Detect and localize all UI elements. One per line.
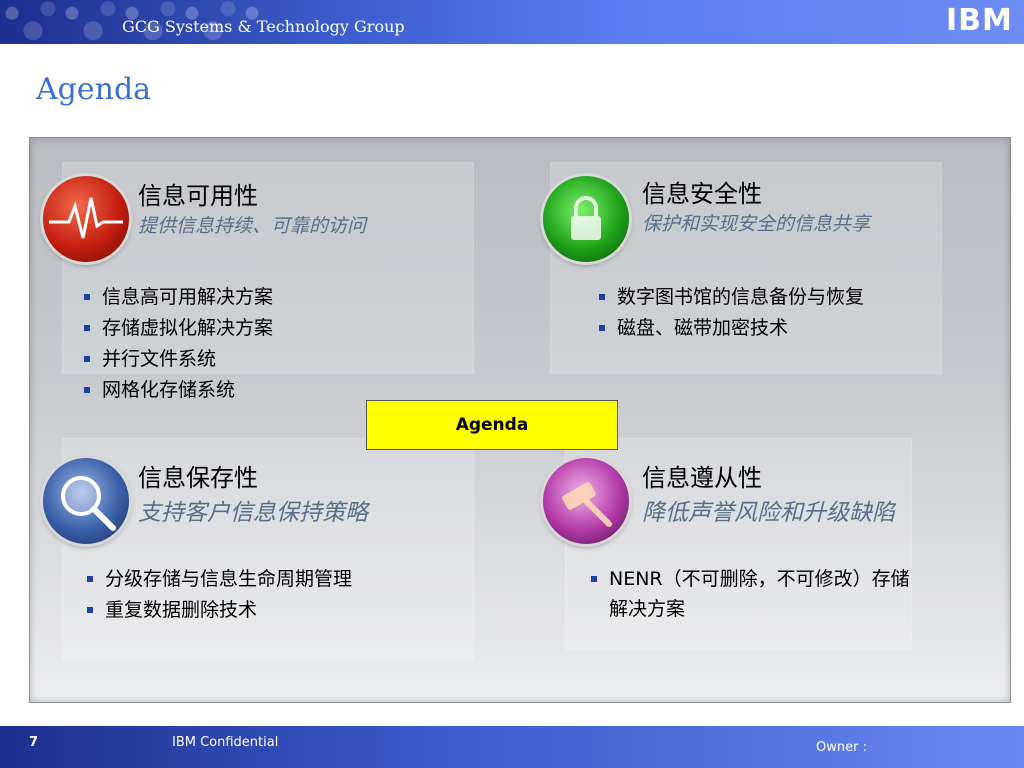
bullet-icon [84, 294, 90, 300]
compliance-list: NENR（不可删除，不可修改）存储 解决方案 [589, 564, 979, 623]
compliance-subtitle: 降低声誉风险和升级缺陷 [642, 500, 895, 526]
magnifier-icon [43, 458, 129, 544]
compliance-title: 信息遵从性 [642, 464, 762, 492]
bullet-icon [87, 576, 93, 582]
list-item-continuation: 解决方案 [609, 598, 686, 620]
availability-title: 信息可用性 [138, 182, 258, 210]
heartbeat-icon [43, 176, 129, 262]
list-item: 重复数据删除技术 [85, 595, 352, 626]
list-item: 磁盘、磁带加密技术 [597, 313, 864, 344]
bullet-icon [84, 356, 90, 362]
bullet-icon [591, 576, 597, 582]
page-title: Agenda [36, 72, 152, 107]
bullet-icon [84, 387, 90, 393]
list-item: 网格化存储系统 [82, 375, 273, 406]
confidential-label: IBM Confidential [172, 735, 279, 750]
list-item: 信息高可用解决方案 [82, 282, 273, 313]
security-subtitle: 保护和实现安全的信息共享 [642, 213, 871, 235]
security-title: 信息安全性 [642, 180, 762, 208]
owner-label: Owner : [816, 740, 867, 755]
list-item: 数字图书馆的信息备份与恢复 [597, 282, 864, 313]
page-number: 7 [29, 735, 39, 750]
agenda-button[interactable]: Agenda [366, 400, 618, 450]
list-item: NENR（不可删除，不可修改）存储 [589, 564, 979, 595]
gavel-icon [543, 458, 629, 544]
retention-subtitle: 支持客户信息保持策略 [138, 500, 368, 526]
bullet-icon [599, 294, 605, 300]
list-item: 存储虚拟化解决方案 [82, 313, 273, 344]
availability-list: 信息高可用解决方案 存储虚拟化解决方案 并行文件系统 网格化存储系统 [82, 282, 273, 406]
group-name: GCG Systems & Technology Group [122, 17, 405, 36]
retention-list: 分级存储与信息生命周期管理 重复数据删除技术 [85, 564, 352, 626]
retention-title: 信息保存性 [138, 464, 258, 492]
bullet-icon [87, 607, 93, 613]
security-list: 数字图书馆的信息备份与恢复 磁盘、磁带加密技术 [597, 282, 864, 344]
availability-subtitle: 提供信息持续、可靠的访问 [138, 215, 367, 237]
list-item: 并行文件系统 [82, 344, 273, 375]
footer-bar: 7 IBM Confidential Owner : [0, 726, 1024, 768]
lock-icon [543, 176, 629, 262]
bullet-icon [84, 325, 90, 331]
bullet-icon [599, 325, 605, 331]
header-bar: GCG Systems & Technology Group IBM [0, 0, 1024, 44]
list-item: 分级存储与信息生命周期管理 [85, 564, 352, 595]
ibm-logo: IBM [946, 6, 1016, 36]
